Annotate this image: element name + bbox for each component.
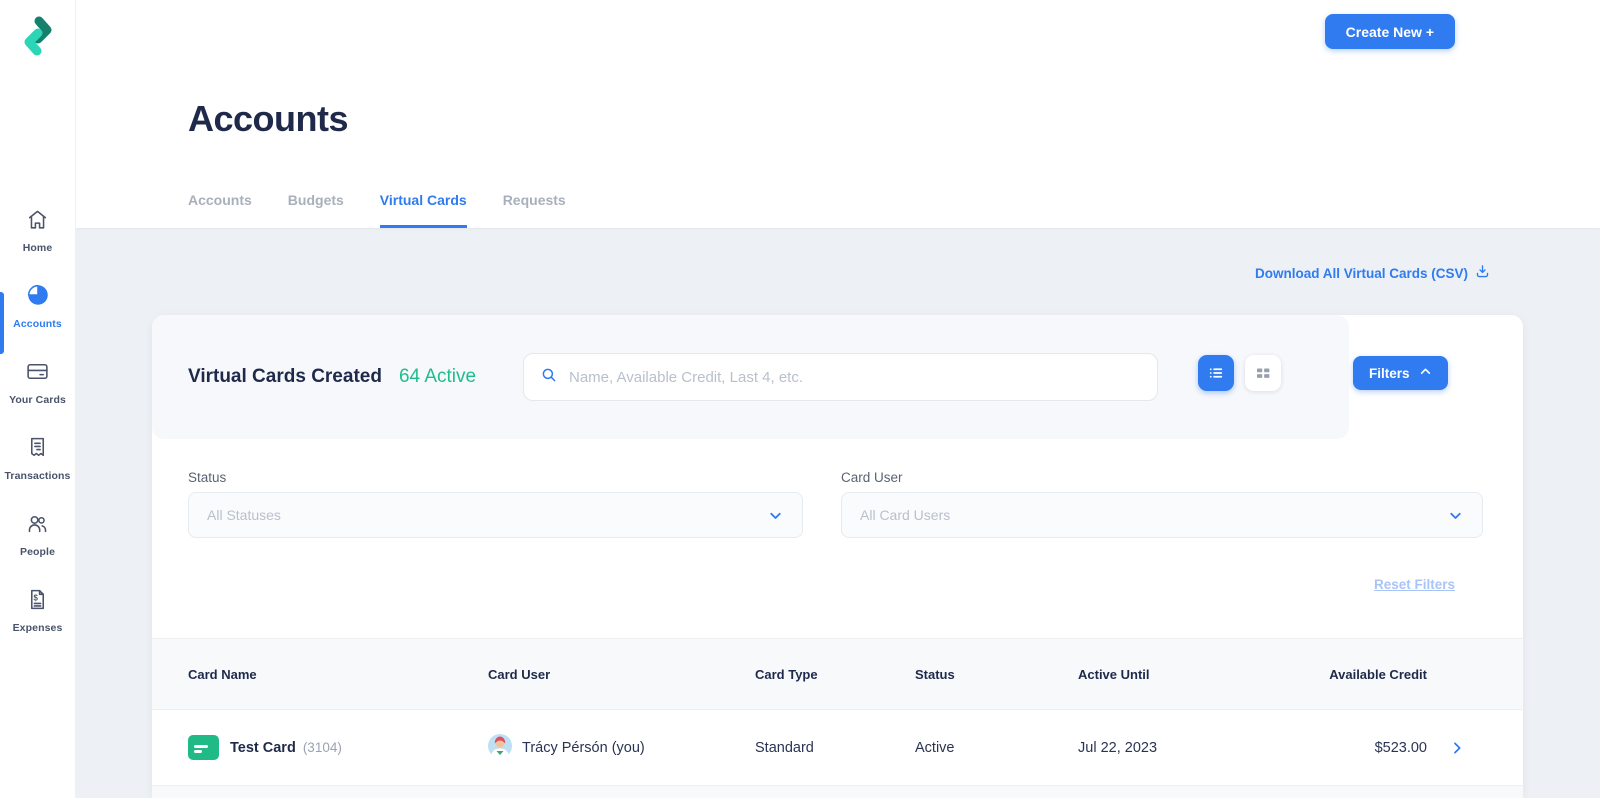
available-credit: $523.00 [1374, 739, 1427, 756]
chevron-down-icon [1450, 512, 1461, 519]
filters-button[interactable]: Filters [1353, 356, 1448, 390]
status-filter-dropdown[interactable]: All Statuses [188, 492, 803, 538]
virtual-cards-panel: Virtual Cards Created 64 Active Name, Av… [152, 315, 1523, 798]
avatar [488, 733, 512, 762]
column-header-available-credit: Available Credit [1329, 666, 1427, 682]
chevron-down-icon [770, 512, 781, 519]
expense-doc-icon: $ [25, 587, 50, 617]
tab-budgets[interactable]: Budgets [288, 192, 344, 228]
pie-chart-icon [25, 282, 51, 313]
panel-title: Virtual Cards Created [188, 366, 382, 387]
tab-virtual-cards[interactable]: Virtual Cards [379, 192, 467, 228]
active-until-date: Jul 22, 2023 [1078, 739, 1158, 756]
table-header-row: Card Name Card User Card Type Status Act… [152, 638, 1523, 710]
brand-logo-icon[interactable] [16, 12, 60, 65]
sidebar-item-label: Expenses [12, 621, 63, 634]
status-badge: Active [915, 739, 955, 756]
sidebar-item-expenses[interactable]: $ Expenses [0, 572, 75, 648]
search-box [523, 353, 1158, 401]
column-header-card-user: Card User [488, 666, 551, 682]
reset-filters-link[interactable]: Reset Filters [1374, 577, 1455, 592]
receipt-icon [25, 435, 50, 465]
column-header-card-name: Card Name [188, 666, 257, 682]
card-name: Test Card [230, 739, 296, 756]
sidebar: Home Accounts Your Cards Transactions Pe… [0, 0, 76, 798]
column-header-active-until: Active Until [1078, 666, 1150, 682]
download-csv-label: Download All Virtual Cards (CSV) [1254, 265, 1468, 281]
sidebar-item-label: Transactions [4, 469, 71, 482]
content-area: Download All Virtual Cards (CSV) Virtual… [76, 228, 1600, 798]
active-count-badge: 64 Active [398, 366, 477, 387]
status-filter-value: All Statuses [207, 507, 281, 523]
status-filter-label: Status [188, 470, 227, 485]
search-icon [540, 366, 558, 389]
view-toggle-group [1198, 355, 1281, 391]
row-chevron-right-icon[interactable] [1427, 740, 1487, 756]
card-user-filter-label: Card User [841, 470, 903, 485]
chevron-up-icon [1419, 365, 1432, 381]
page-header: Create New + Accounts Accounts Budgets V… [76, 0, 1600, 228]
sidebar-item-home[interactable]: Home [0, 192, 75, 268]
main-area: Create New + Accounts Accounts Budgets V… [76, 0, 1600, 798]
sidebar-nav: Home Accounts Your Cards Transactions Pe… [0, 192, 75, 648]
home-icon [25, 207, 50, 237]
next-row-edge [152, 785, 1523, 798]
people-icon [25, 511, 50, 541]
filters-button-label: Filters [1369, 365, 1410, 381]
download-icon [1475, 264, 1490, 282]
tab-accounts[interactable]: Accounts [188, 192, 252, 228]
table-row[interactable]: Test Card (3104) Trácy Pérsón (you) Stan… [152, 710, 1523, 785]
tab-requests[interactable]: Requests [503, 192, 566, 228]
tab-bar: Accounts Budgets Virtual Cards Requests [188, 192, 566, 228]
page-title: Accounts [188, 98, 349, 139]
search-input[interactable] [569, 368, 1141, 386]
download-csv-link[interactable]: Download All Virtual Cards (CSV) [1255, 264, 1490, 282]
card-type: Standard [755, 739, 814, 756]
column-header-card-type: Card Type [755, 666, 818, 682]
card-user-filter-dropdown[interactable]: All Card Users [841, 492, 1483, 538]
credit-card-icon [25, 359, 50, 389]
virtual-cards-table: Card Name Card User Card Type Status Act… [152, 638, 1523, 798]
sidebar-item-people[interactable]: People [0, 496, 75, 572]
sidebar-item-label: Your Cards [9, 393, 66, 406]
sidebar-item-label: Home [22, 241, 53, 254]
svg-text:$: $ [34, 593, 39, 602]
card-user-filter-value: All Card Users [860, 507, 951, 523]
panel-header: Virtual Cards Created 64 Active [152, 315, 1349, 439]
sidebar-item-label: People [19, 545, 56, 558]
create-new-button[interactable]: Create New + [1324, 14, 1455, 49]
sidebar-item-your-cards[interactable]: Your Cards [0, 344, 75, 420]
card-last4: (3104) [302, 739, 342, 755]
list-view-button[interactable] [1198, 355, 1234, 391]
grid-view-button[interactable] [1245, 355, 1281, 391]
sidebar-item-accounts[interactable]: Accounts [0, 268, 75, 344]
column-header-status: Status [915, 666, 955, 682]
sidebar-item-transactions[interactable]: Transactions [0, 420, 75, 496]
sidebar-item-label: Accounts [13, 318, 62, 330]
virtual-card-icon [188, 735, 219, 760]
card-user-name: Trácy Pérsón (you) [522, 739, 645, 756]
